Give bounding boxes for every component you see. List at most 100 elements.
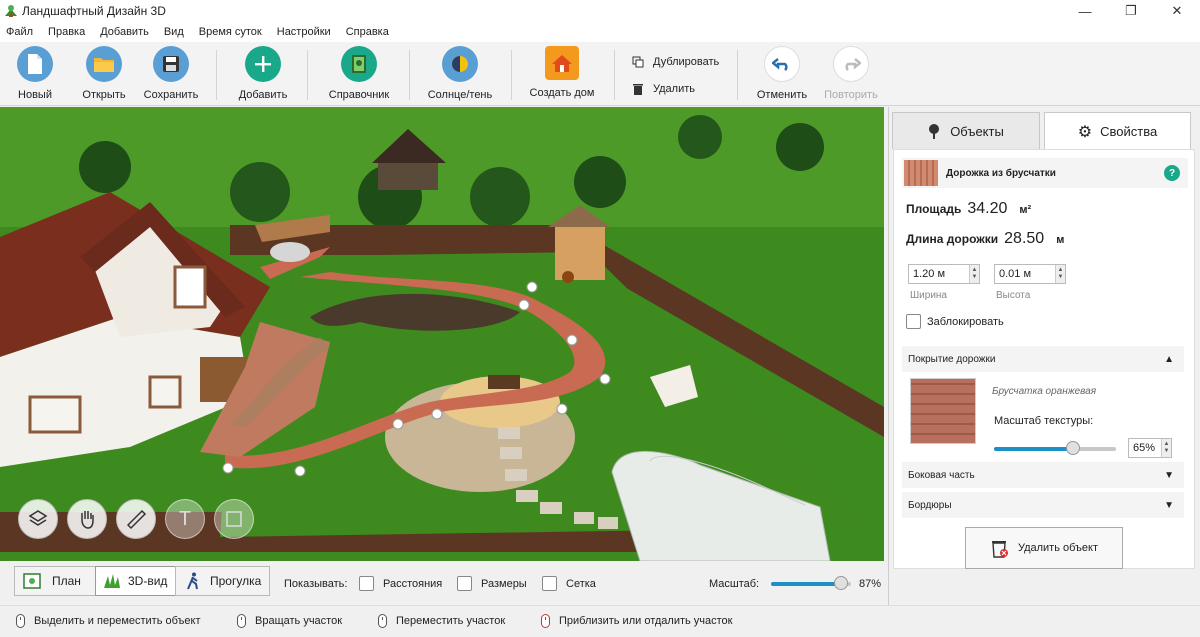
menu-view[interactable]: Вид <box>164 26 184 38</box>
tab-properties[interactable]: ⚙ Свойства <box>1044 112 1191 150</box>
redo-button[interactable]: Повторить <box>816 46 886 101</box>
brick-thumbnail <box>904 160 938 186</box>
cover-section-header[interactable]: Покрытие дорожки ▲ <box>902 346 1184 372</box>
open-button[interactable]: Открыть <box>69 46 139 101</box>
folder-icon <box>86 46 122 82</box>
border-section-header[interactable]: Бордюры ▼ <box>902 492 1184 518</box>
ruler-icon <box>126 509 147 530</box>
layers-icon <box>28 510 48 526</box>
walking-person-icon <box>187 572 198 590</box>
mouse-right-icon <box>237 614 246 628</box>
delete-button[interactable]: Удалить <box>632 83 695 95</box>
menu-time-of-day[interactable]: Время суток <box>199 26 262 38</box>
layers-tool-button[interactable] <box>18 499 58 539</box>
texture-scale-slider[interactable] <box>994 441 1116 455</box>
duplicate-button[interactable]: Дублировать <box>632 56 719 68</box>
spinner-arrows-icon[interactable]: ▲ ▼ <box>969 265 979 283</box>
walk-button[interactable]: Прогулка <box>175 566 270 596</box>
maximize-button[interactable]: ❐ <box>1108 0 1154 22</box>
spinner-arrows-icon[interactable]: ▲ ▼ <box>1055 265 1065 283</box>
ruler-tool-button[interactable] <box>116 499 156 539</box>
reference-label: Справочник <box>328 89 390 101</box>
undo-button[interactable]: Отменить <box>747 46 817 101</box>
menu-edit[interactable]: Правка <box>48 26 85 38</box>
sun-shadow-button[interactable]: Солнце/тень <box>425 46 495 101</box>
add-button[interactable]: Добавить <box>228 46 298 101</box>
scale-slider-knob[interactable] <box>834 576 848 590</box>
sun-label: Солнце/тень <box>427 89 493 101</box>
height-spinner[interactable]: 0.01 м ▲ ▼ <box>994 264 1066 284</box>
plan-view-button[interactable]: План <box>14 566 96 596</box>
3d-view-button[interactable]: 3D-вид <box>95 566 176 596</box>
minimize-button[interactable]: — <box>1062 0 1108 22</box>
side-section-header[interactable]: Боковая часть ▼ <box>902 462 1184 488</box>
chevron-up-icon: ▲ <box>1164 353 1174 365</box>
save-button[interactable]: Сохранить <box>136 46 206 101</box>
duplicate-icon <box>632 56 644 68</box>
scale-slider[interactable] <box>771 576 851 590</box>
gear-icon: ⚙ <box>1077 123 1093 141</box>
texture-scale-spinner[interactable]: 65% ▲ ▼ <box>1128 438 1172 458</box>
texture-scale-knob[interactable] <box>1066 441 1080 455</box>
area-label: Площадь <box>906 202 962 216</box>
menu-file[interactable]: Файл <box>6 26 33 38</box>
grid-checkbox[interactable] <box>542 576 557 591</box>
delete-object-button[interactable]: Удалить объект <box>965 527 1123 569</box>
delete-object-label: Удалить объект <box>1017 542 1099 554</box>
save-label: Сохранить <box>143 89 199 101</box>
lock-checkbox-box[interactable] <box>906 314 921 329</box>
menu-add[interactable]: Добавить <box>100 26 149 38</box>
hand-tool-button[interactable] <box>67 499 107 539</box>
picture-tool-button[interactable] <box>214 499 254 539</box>
toolbar-separator <box>307 50 308 100</box>
book-icon <box>341 46 377 82</box>
spinner-arrows-icon[interactable]: ▲ ▼ <box>1161 439 1171 457</box>
help-icon[interactable]: ? <box>1164 165 1180 181</box>
width-spinner[interactable]: 1.20 м ▲ ▼ <box>908 264 980 284</box>
garden-scene[interactable] <box>0 107 884 561</box>
hand-icon <box>81 511 94 529</box>
new-button[interactable]: Новый <box>0 46 70 101</box>
distances-checkbox[interactable] <box>359 576 374 591</box>
text-tool-button[interactable]: T <box>165 499 205 539</box>
tab-objects[interactable]: Объекты <box>892 112 1040 149</box>
texture-swatch[interactable] <box>910 378 976 444</box>
floppy-icon <box>153 46 189 82</box>
object-title: Дорожка из брусчатки <box>946 167 1056 179</box>
area-value: 34.20 <box>967 200 1008 217</box>
tab-properties-label: Свойства <box>1100 124 1158 139</box>
width-label: Ширина <box>910 290 947 301</box>
sun-icon <box>442 46 478 82</box>
3d-viewport[interactable]: T <box>0 107 884 561</box>
lock-checkbox[interactable]: Заблокировать <box>906 314 1004 329</box>
app-logo-icon <box>5 5 17 17</box>
menu-help[interactable]: Справка <box>346 26 389 38</box>
scale-slider-fill <box>771 582 841 586</box>
sizes-checkbox[interactable] <box>457 576 472 591</box>
area-unit: м² <box>1019 204 1032 216</box>
create-house-button[interactable]: Создать дом <box>527 46 597 99</box>
menu-settings[interactable]: Настройки <box>277 26 331 38</box>
house-icon <box>545 46 579 80</box>
close-button[interactable]: ✕ <box>1154 0 1200 22</box>
toolbar-separator <box>614 50 615 100</box>
add-label: Добавить <box>238 89 288 101</box>
reference-button[interactable]: Справочник <box>324 46 394 101</box>
object-header: Дорожка из брусчатки ? <box>902 158 1188 188</box>
panel-tabs: Объекты ⚙ Свойства <box>889 107 1200 150</box>
bench <box>488 375 520 389</box>
status-hint-select: Выделить и переместить объект <box>16 614 201 628</box>
status-hint-zoom-label: Приблизить или отдалить участок <box>559 615 733 627</box>
status-hint-move: Переместить участок <box>378 614 505 628</box>
main-toolbar: Новый Открыть Сохранить Добавить Справоч… <box>0 42 1200 106</box>
toolbar-separator <box>511 50 512 100</box>
sizes-label: Размеры <box>481 578 527 590</box>
status-hint-rotate: Вращать участок <box>237 614 342 628</box>
menu-bar: Файл Правка Добавить Вид Время суток Нас… <box>0 22 1200 42</box>
mouse-left-icon <box>16 614 25 628</box>
text-icon: T <box>178 507 192 530</box>
delete-label: Удалить <box>653 83 695 95</box>
new-label: Новый <box>18 89 52 101</box>
length-label: Длина дорожки <box>906 232 999 246</box>
duplicate-label: Дублировать <box>653 56 720 68</box>
